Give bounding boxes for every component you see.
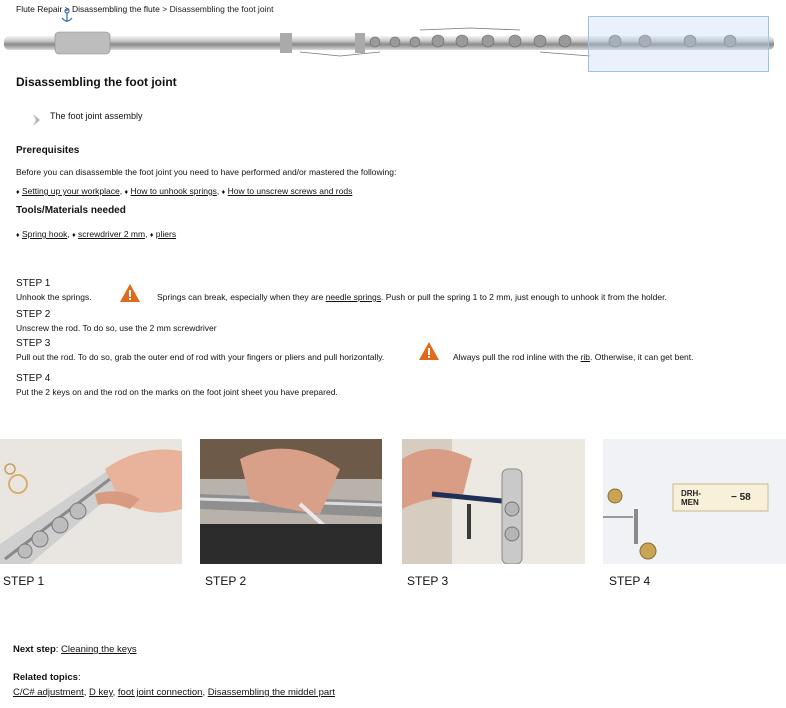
related-topics-label: Related topics bbox=[13, 672, 78, 683]
step-4-label: STEP 4 bbox=[16, 373, 51, 384]
link-cleaning-the-keys[interactable]: Cleaning the keys bbox=[61, 644, 137, 655]
link-setting-up-workplace[interactable]: Setting up your workplace bbox=[22, 186, 120, 196]
photo-caption: STEP 2 bbox=[205, 574, 247, 588]
link-disassembling-middel-part[interactable]: Disassembling the middel part bbox=[208, 687, 335, 698]
next-step: Next step: Cleaning the keys bbox=[13, 644, 137, 655]
step-1-label: STEP 1 bbox=[16, 278, 51, 289]
link-needle-springs[interactable]: needle springs bbox=[326, 292, 381, 302]
prerequisites-intro: Before you can disassemble the foot join… bbox=[16, 167, 397, 177]
breadcrumb-separator: > bbox=[159, 4, 170, 14]
tools-heading: Tools/Materials needed bbox=[16, 205, 126, 216]
photo-caption: STEP 4 bbox=[609, 574, 651, 588]
foot-joint-highlight[interactable] bbox=[588, 16, 769, 72]
bullet: ♦ bbox=[16, 232, 20, 239]
tools-links: ♦ Spring hook, ♦ screwdriver 2 mm, ♦ pli… bbox=[16, 229, 176, 239]
step-1-warning: Springs can break, especially when they … bbox=[157, 292, 667, 302]
warning-text: . Push or pull the spring 1 to 2 mm, jus… bbox=[380, 292, 667, 302]
sheet-label-text-2: MEN bbox=[681, 498, 699, 507]
breadcrumb: Flute Repair > Disassembling the flute >… bbox=[16, 4, 274, 14]
bullet: ♦ bbox=[149, 232, 154, 239]
related-topics-links: C/C# adjustment, D key, foot joint conne… bbox=[13, 687, 335, 698]
step-4-photo: DRH- MEN − 58 bbox=[603, 439, 786, 564]
prerequisites-heading: Prerequisites bbox=[16, 145, 80, 156]
step-4-text: Put the 2 keys on and the rod on the mar… bbox=[16, 387, 338, 397]
sub-item-foot-joint-assembly[interactable]: The foot joint assembly bbox=[50, 111, 143, 121]
breadcrumb-current: Disassembling the foot joint bbox=[169, 4, 274, 14]
warning-text: Springs can break, especially when they … bbox=[157, 292, 326, 302]
breadcrumb-flute-repair[interactable]: Flute Repair bbox=[16, 4, 62, 14]
step-1-text: Unhook the springs. bbox=[16, 292, 92, 302]
sheet-label-number: − 58 bbox=[731, 492, 751, 503]
step-2-text: Unscrew the rod. To do so, use the 2 mm … bbox=[16, 323, 217, 333]
bullet: ♦ bbox=[124, 189, 129, 196]
link-unhook-springs[interactable]: How to unhook springs bbox=[130, 186, 216, 196]
breadcrumb-disassembling-flute[interactable]: Disassembling the flute bbox=[72, 4, 160, 14]
next-step-label: Next step bbox=[13, 644, 56, 655]
step-3-photo bbox=[402, 439, 585, 564]
link-d-key[interactable]: D key bbox=[89, 687, 113, 698]
warning-text: . Otherwise, it can get bent. bbox=[590, 352, 694, 362]
bullet: ♦ bbox=[16, 189, 20, 196]
photo-caption: STEP 1 bbox=[3, 574, 45, 588]
page-title: Disassembling the foot joint bbox=[16, 75, 177, 89]
sheet-label-text: DRH- bbox=[681, 489, 701, 498]
warning-icon bbox=[419, 342, 439, 360]
link-unscrew-screws-rods[interactable]: How to unscrew screws and rods bbox=[228, 186, 353, 196]
bullet: ♦ bbox=[72, 232, 76, 239]
step-3-text: Pull out the rod. To do so, grab the out… bbox=[16, 352, 385, 362]
link-rib[interactable]: rib bbox=[581, 352, 590, 362]
link-spring-hook[interactable]: Spring hook bbox=[22, 229, 67, 239]
step-1-photo bbox=[0, 439, 182, 564]
step-2-photo bbox=[200, 439, 382, 564]
link-c-csharp-adjustment[interactable]: C/C# adjustment bbox=[13, 687, 84, 698]
prerequisites-links: ♦ Setting up your workplace, ♦ How to un… bbox=[16, 186, 352, 196]
chevron-right-icon[interactable] bbox=[30, 112, 44, 128]
link-screwdriver[interactable]: screwdriver 2 mm bbox=[78, 229, 145, 239]
link-foot-joint-connection[interactable]: foot joint connection bbox=[118, 687, 203, 698]
related-topics: Related topics: bbox=[13, 672, 81, 683]
warning-icon bbox=[120, 284, 140, 302]
warning-text: Always pull the rod inline with the bbox=[453, 352, 581, 362]
step-3-warning: Always pull the rod inline with the rib.… bbox=[453, 352, 694, 362]
bullet: ♦ bbox=[221, 189, 226, 196]
separator: : bbox=[77, 672, 81, 683]
step-2-label: STEP 2 bbox=[16, 309, 51, 320]
photo-caption: STEP 3 bbox=[407, 574, 449, 588]
step-3-label: STEP 3 bbox=[16, 338, 51, 349]
link-pliers[interactable]: pliers bbox=[156, 229, 176, 239]
